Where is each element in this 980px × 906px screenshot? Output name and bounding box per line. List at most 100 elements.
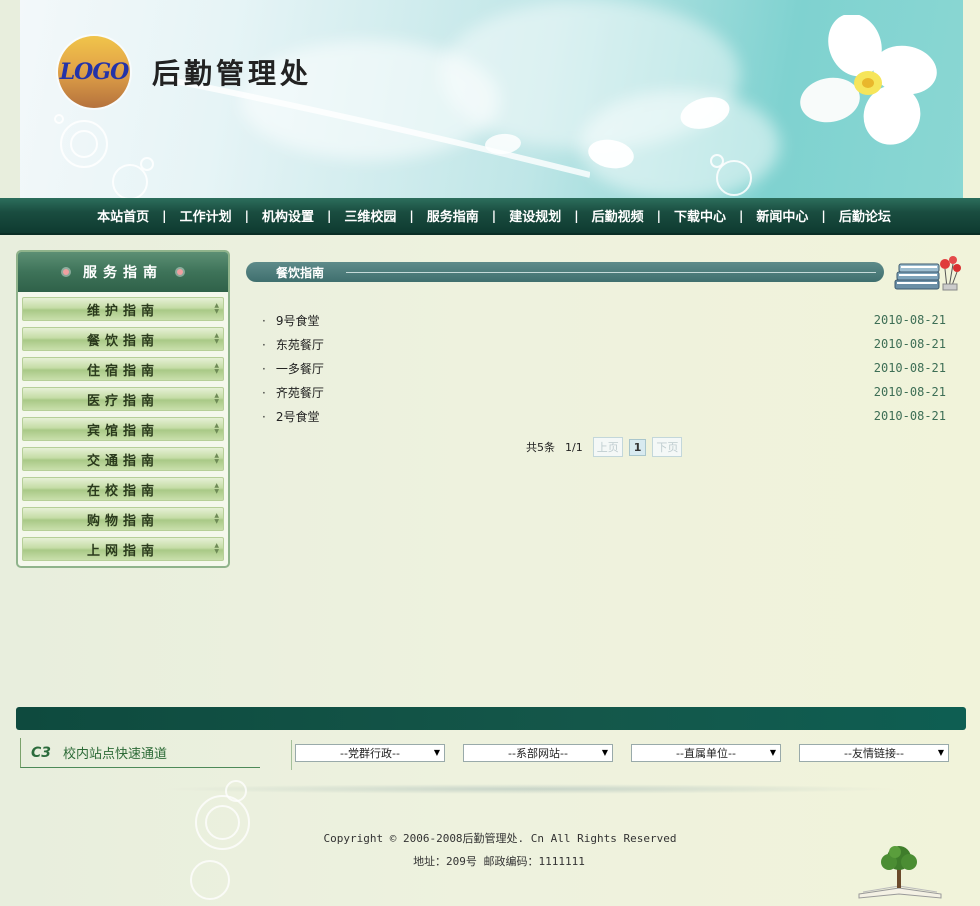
article-date: 2010-08-21 — [873, 361, 946, 375]
sidebar-item-label: 上网指南 — [86, 543, 159, 559]
chevron-down-icon: ▼ — [601, 748, 608, 757]
select-value: --系部网站-- — [508, 747, 568, 760]
article-link[interactable]: 齐苑餐厅 — [262, 384, 324, 401]
sidebar: 服务指南 维护指南 ▲ ▼ 餐饮指南 ▲ ▼ 住宿指南 ▲ ▼ 医疗指南 ▲ ▼ 宾馆指南 ▲ ▼ … — [16, 250, 230, 568]
scroll-arrows-icon: ▲ ▼ — [214, 422, 219, 435]
affiliated-units-select[interactable]: --直属单位-- ▼ — [631, 744, 781, 762]
ring-decoration — [70, 130, 98, 158]
article-link[interactable]: 2号食堂 — [262, 408, 320, 425]
nav-item-organization[interactable]: 机构设置 — [249, 206, 327, 225]
select-value: --党群行政-- — [340, 747, 400, 760]
sidebar-item-internet[interactable]: 上网指南 ▲ ▼ — [22, 537, 224, 561]
nav-item-home[interactable]: 本站首页 — [84, 206, 162, 225]
divider — [346, 271, 876, 273]
next-page-button[interactable]: 下页 — [652, 437, 683, 457]
divider — [291, 740, 292, 770]
logo-text: LOGO — [59, 59, 130, 85]
chevron-down-icon: ▼ — [937, 748, 944, 757]
sidebar-item-maintenance[interactable]: 维护指南 ▲ ▼ — [22, 297, 224, 321]
select-value: --友情链接-- — [844, 747, 904, 760]
sidebar-item-hotel[interactable]: 宾馆指南 ▲ ▼ — [22, 417, 224, 441]
chevron-down-icon: ▼ — [769, 748, 776, 757]
nav-item-service-guide[interactable]: 服务指南 — [414, 206, 492, 225]
sidebar-item-transport[interactable]: 交通指南 ▲ ▼ — [22, 447, 224, 471]
article-date: 2010-08-21 — [873, 409, 946, 423]
list-item: 一多餐厅 2010-08-21 — [262, 356, 946, 380]
article-list: 9号食堂 2010-08-21 东苑餐厅 2010-08-21 一多餐厅 2010-0… — [262, 308, 946, 428]
sidebar-item-label: 在校指南 — [86, 483, 159, 499]
article-link[interactable]: 东苑餐厅 — [262, 336, 324, 353]
sidebar-item-label: 宾馆指南 — [86, 423, 159, 439]
article-date: 2010-08-21 — [873, 385, 946, 399]
article-link[interactable]: 9号食堂 — [262, 312, 320, 329]
pagination-total: 共5条 — [526, 441, 555, 454]
sidebar-item-label: 购物指南 — [86, 513, 159, 529]
address-text: 地址：209号 邮政编码：1111111 — [413, 855, 585, 868]
scroll-arrows-icon: ▲ ▼ — [214, 362, 219, 375]
sidebar-header: 服务指南 — [18, 252, 228, 292]
logo[interactable]: LOGO — [58, 36, 130, 108]
sidebar-item-medical[interactable]: 医疗指南 ▲ ▼ — [22, 387, 224, 411]
nav-item-forum[interactable]: 后勤论坛 — [826, 206, 904, 225]
site-title: 后勤管理处 — [152, 57, 313, 90]
copyright-text: Copyright © 2006-2008后勤管理处. Cn All Right… — [323, 832, 677, 845]
ring-decoration — [710, 154, 724, 168]
party-admin-select[interactable]: --党群行政-- ▼ — [295, 744, 445, 762]
section-title: 餐饮指南 — [276, 265, 325, 280]
article-date: 2010-08-21 — [873, 337, 946, 351]
article-link[interactable]: 一多餐厅 — [262, 360, 324, 377]
article-date: 2010-08-21 — [873, 313, 946, 327]
nav-item-construction-plan[interactable]: 建设规划 — [496, 206, 574, 225]
scroll-arrows-icon: ▲ ▼ — [214, 392, 219, 405]
list-item: 东苑餐厅 2010-08-21 — [262, 332, 946, 356]
scroll-arrows-icon: ▲ ▼ — [214, 302, 219, 315]
nav-item-videos[interactable]: 后勤视频 — [579, 206, 657, 225]
sidebar-item-label: 交通指南 — [86, 453, 159, 469]
bullet-icon — [177, 269, 183, 275]
pagination-pages: 1/1 — [565, 440, 583, 454]
sidebar-item-dining[interactable]: 餐饮指南 ▲ ▼ — [22, 327, 224, 351]
quick-links-label: C3 校内站点快速通道 — [20, 738, 260, 768]
list-item: 齐苑餐厅 2010-08-21 — [262, 380, 946, 404]
sidebar-item-lodging[interactable]: 住宿指南 ▲ ▼ — [22, 357, 224, 381]
nav-item-news[interactable]: 新闻中心 — [743, 206, 821, 225]
pagination: 共5条 1/1 上页 1 下页 — [526, 437, 683, 457]
nav-item-downloads[interactable]: 下载中心 — [661, 206, 739, 225]
scroll-arrows-icon: ▲ ▼ — [214, 452, 219, 465]
friend-links-select[interactable]: --友情链接-- ▼ — [799, 744, 949, 762]
sidebar-item-label: 餐饮指南 — [86, 333, 159, 349]
section-header: 餐饮指南 — [246, 262, 884, 282]
sidebar-item-label: 维护指南 — [86, 303, 159, 319]
quick-links-icon: C3 — [31, 744, 52, 761]
ring-decoration — [54, 114, 64, 124]
chevron-down-icon: ▼ — [433, 748, 440, 757]
divider — [160, 784, 900, 794]
list-item: 2号食堂 2010-08-21 — [262, 404, 946, 428]
sidebar-item-shopping[interactable]: 购物指南 ▲ ▼ — [22, 507, 224, 531]
nav-item-work-plan[interactable]: 工作计划 — [167, 206, 245, 225]
books-icon — [894, 256, 961, 291]
current-page-button[interactable]: 1 — [628, 438, 647, 456]
sidebar-item-campus[interactable]: 在校指南 ▲ ▼ — [22, 477, 224, 501]
sidebar-title: 服务指南 — [83, 265, 163, 281]
scroll-arrows-icon: ▲ ▼ — [214, 482, 219, 495]
sidebar-item-label: 住宿指南 — [86, 363, 159, 379]
bullet-icon — [63, 269, 69, 275]
select-value: --直属单位-- — [676, 747, 736, 760]
prev-page-button[interactable]: 上页 — [592, 437, 623, 457]
ring-decoration — [140, 157, 154, 171]
main-nav: 本站首页 | 工作计划 | 机构设置 | 三维校园 | 服务指南 | 建设规划 | 后勤视频… — [0, 198, 980, 235]
department-sites-select[interactable]: --系部网站-- ▼ — [463, 744, 613, 762]
sidebar-menu: 维护指南 ▲ ▼ 餐饮指南 ▲ ▼ 住宿指南 ▲ ▼ 医疗指南 ▲ ▼ 宾馆指南 ▲ ▼ 交通指南 ▲… — [18, 292, 228, 561]
tree-book-icon — [858, 846, 942, 899]
nav-item-3d-campus[interactable]: 三维校园 — [331, 206, 409, 225]
footer-bar — [16, 707, 966, 730]
quick-links-text: 校内站点快速通道 — [63, 747, 168, 762]
ring-decoration — [225, 780, 247, 802]
flower-icon — [800, 15, 937, 145]
sidebar-item-label: 医疗指南 — [86, 393, 159, 409]
header-banner: LOGO 后勤管理处 — [20, 0, 963, 200]
scroll-arrows-icon: ▲ ▼ — [214, 542, 219, 555]
list-item: 9号食堂 2010-08-21 — [262, 308, 946, 332]
scroll-arrows-icon: ▲ ▼ — [214, 332, 219, 345]
